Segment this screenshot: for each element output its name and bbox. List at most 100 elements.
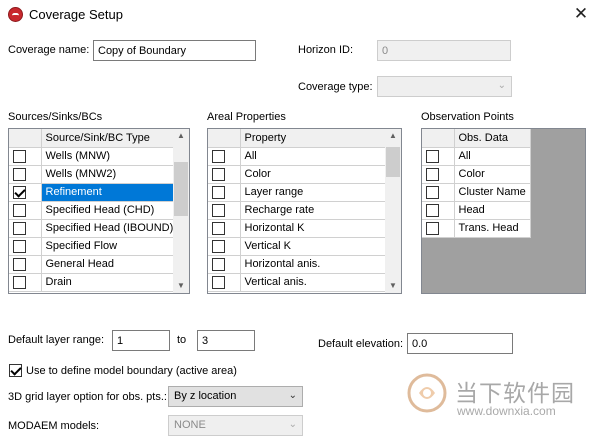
scroll-thumb[interactable] bbox=[174, 162, 188, 216]
obs-row-label: All bbox=[454, 147, 531, 166]
obs-row[interactable]: Head bbox=[422, 201, 531, 220]
sources-row-label: Wells (MNW2) bbox=[41, 165, 179, 184]
window-title: Coverage Setup bbox=[29, 7, 123, 22]
watermark-logo-icon bbox=[407, 373, 447, 413]
scroll-up-icon[interactable]: ▲ bbox=[173, 129, 189, 143]
modaem-select[interactable]: NONE ⌄ bbox=[168, 415, 303, 436]
obs-row[interactable]: Cluster Name bbox=[422, 183, 531, 202]
obs-row-checkbox[interactable] bbox=[426, 203, 439, 217]
layer-to-label: to bbox=[177, 334, 187, 346]
sources-row-label: Drain bbox=[41, 273, 179, 292]
sources-row-checkbox[interactable] bbox=[13, 203, 26, 217]
areal-row-checkbox[interactable] bbox=[212, 239, 225, 253]
areal-row-label: Horizontal anis. bbox=[240, 255, 388, 274]
areal-row-checkbox[interactable] bbox=[212, 167, 225, 181]
default-elevation-input[interactable] bbox=[407, 333, 513, 354]
obs-row-checkbox[interactable] bbox=[426, 185, 439, 199]
watermark-url: www.downxia.com bbox=[457, 404, 556, 418]
horizon-id-input[interactable] bbox=[377, 40, 511, 61]
obs-row[interactable]: Color bbox=[422, 165, 531, 184]
sources-label: Sources/Sinks/BCs bbox=[8, 111, 103, 123]
sources-header-row: Source/Sink/BC Type bbox=[9, 129, 179, 148]
obs-header-row: Obs. Data bbox=[422, 129, 531, 148]
sources-row[interactable]: Wells (MNW2) bbox=[9, 165, 179, 184]
obs-row-checkbox[interactable] bbox=[426, 167, 439, 181]
areal-row-checkbox[interactable] bbox=[212, 275, 225, 289]
areal-row-label: Color bbox=[240, 165, 388, 184]
areal-row-checkbox[interactable] bbox=[212, 257, 225, 271]
areal-row-label: Layer range bbox=[240, 183, 388, 202]
sources-row-checkbox[interactable] bbox=[13, 257, 26, 271]
scroll-down-icon[interactable]: ▼ bbox=[385, 279, 401, 293]
areal-label: Areal Properties bbox=[207, 111, 286, 123]
sources-row[interactable]: Drain bbox=[9, 273, 179, 292]
areal-row-checkbox[interactable] bbox=[212, 203, 225, 217]
chevron-down-icon: ⌄ bbox=[288, 390, 297, 401]
scroll-up-icon[interactable]: ▲ bbox=[385, 129, 401, 143]
areal-row-checkbox[interactable] bbox=[212, 149, 225, 163]
sources-row[interactable]: Refinement bbox=[9, 183, 179, 202]
sources-row-label: Refinement bbox=[41, 183, 179, 202]
obs-grid[interactable]: Obs. Data All Color Cluster Name Head Trans.… bbox=[421, 128, 586, 294]
areal-row[interactable]: Layer range bbox=[208, 183, 388, 202]
sources-row[interactable]: Specified Flow bbox=[9, 237, 179, 256]
obs-row-checkbox[interactable] bbox=[426, 221, 439, 235]
areal-row-checkbox[interactable] bbox=[212, 221, 225, 235]
areal-row[interactable]: Recharge rate bbox=[208, 201, 388, 220]
modaem-label: MODAEM models: bbox=[8, 420, 100, 432]
areal-row-checkbox[interactable] bbox=[212, 185, 225, 199]
close-button[interactable]: ✕ bbox=[570, 3, 592, 25]
sources-row-checkbox[interactable] bbox=[13, 167, 26, 181]
chevron-down-icon: ⌄ bbox=[497, 80, 506, 91]
layer-range-label: Default layer range: bbox=[8, 334, 104, 346]
sources-scrollbar[interactable]: ▲ ▼ bbox=[173, 129, 189, 293]
areal-row[interactable]: Vertical K bbox=[208, 237, 388, 256]
sources-row-label: Specified Flow bbox=[41, 237, 179, 256]
sources-row-checkbox[interactable] bbox=[13, 275, 26, 289]
grid-layer-option-value: By z location bbox=[174, 390, 237, 402]
sources-row-checkbox[interactable] bbox=[13, 149, 26, 163]
app-icon bbox=[8, 7, 23, 22]
obs-row-label: Cluster Name bbox=[454, 183, 531, 202]
obs-row-label: Color bbox=[454, 165, 531, 184]
areal-scrollbar[interactable]: ▲ ▼ bbox=[385, 129, 401, 293]
areal-grid[interactable]: Property All Color Layer range Recharge rat… bbox=[207, 128, 402, 294]
areal-row-label: Vertical anis. bbox=[240, 273, 388, 292]
areal-row[interactable]: Horizontal K bbox=[208, 219, 388, 238]
areal-row[interactable]: All bbox=[208, 147, 388, 166]
grid-layer-option-select[interactable]: By z location ⌄ bbox=[168, 386, 303, 407]
scroll-thumb[interactable] bbox=[386, 147, 400, 177]
sources-row[interactable]: General Head bbox=[9, 255, 179, 274]
obs-row[interactable]: All bbox=[422, 147, 531, 166]
areal-row[interactable]: Horizontal anis. bbox=[208, 255, 388, 274]
sources-row[interactable]: Specified Head (IBOUND) bbox=[9, 219, 179, 238]
sources-row-checkbox[interactable] bbox=[13, 185, 26, 199]
sources-row[interactable]: Wells (MNW) bbox=[9, 147, 179, 166]
sources-row[interactable]: Specified Head (CHD) bbox=[9, 201, 179, 220]
grid-layer-option-label: 3D grid layer option for obs. pts.: bbox=[8, 391, 167, 403]
obs-row[interactable]: Trans. Head bbox=[422, 219, 531, 238]
sources-row-label: Specified Head (IBOUND) bbox=[41, 219, 179, 238]
layer-to-input[interactable] bbox=[197, 330, 255, 351]
coverage-type-select[interactable]: ⌄ bbox=[377, 76, 512, 97]
areal-row[interactable]: Vertical anis. bbox=[208, 273, 388, 292]
layer-from-input[interactable] bbox=[112, 330, 170, 351]
modaem-value: NONE bbox=[174, 419, 206, 431]
model-boundary-checkbox[interactable] bbox=[9, 364, 22, 377]
areal-row[interactable]: Color bbox=[208, 165, 388, 184]
areal-row-label: Vertical K bbox=[240, 237, 388, 256]
areal-header-row: Property bbox=[208, 129, 388, 148]
sources-row-checkbox[interactable] bbox=[13, 221, 26, 235]
obs-row-label: Trans. Head bbox=[454, 219, 531, 238]
model-boundary-label: Use to define model boundary (active are… bbox=[26, 365, 237, 377]
coverage-type-label: Coverage type: bbox=[298, 81, 373, 93]
sources-header: Source/Sink/BC Type bbox=[41, 129, 179, 148]
scroll-down-icon[interactable]: ▼ bbox=[173, 279, 189, 293]
coverage-name-input[interactable] bbox=[93, 40, 256, 61]
sources-row-checkbox[interactable] bbox=[13, 239, 26, 253]
coverage-name-label: Coverage name: bbox=[8, 44, 90, 56]
sources-grid[interactable]: Source/Sink/BC Type Wells (MNW) Wells (MN… bbox=[8, 128, 190, 294]
obs-row-checkbox[interactable] bbox=[426, 149, 439, 163]
default-elevation-label: Default elevation: bbox=[318, 338, 403, 350]
watermark-text: 当下软件园 bbox=[455, 380, 575, 406]
